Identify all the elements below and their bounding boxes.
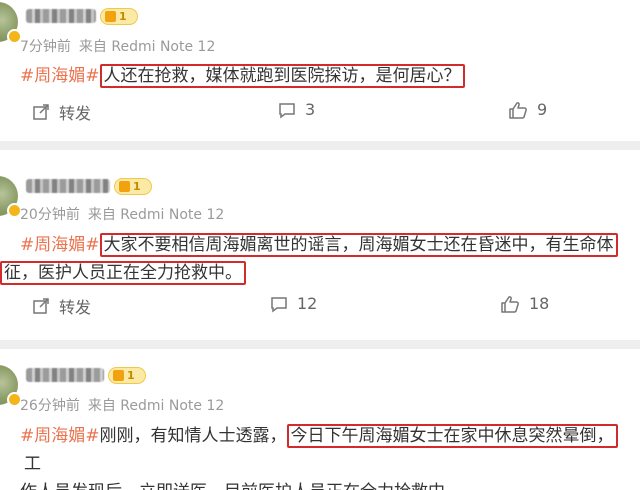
crown-icon [113,370,124,381]
weibo-post-1: 1 7分钟前 来自 Redmi Note 12 #周海媚# 人还在抢救，媒体就跑到医… [0,0,640,141]
post-time: 7分钟前 [20,39,71,55]
fan-level-badge[interactable]: 1 [114,178,152,195]
post-source: 来自 Redmi Note 12 [87,207,225,223]
post-time: 20分钟前 [20,207,80,223]
post-meta: 7分钟前 来自 Redmi Note 12 [20,36,215,56]
text-after-highlight: 工 [24,454,41,474]
highlighted-text: 今日下午周海媚女士在家中休息突然晕倒， [286,424,618,448]
post-text: #周海媚#刚刚，有知情人士透露，今日下午周海媚女士在家中休息突然晕倒， 工 作人员… [20,422,638,490]
repost-button[interactable]: 转发 [32,100,91,124]
like-button[interactable]: 9 [508,100,547,119]
post-text: #周海媚# 大家不要相信周海媚离世的谣言，周海媚女士还在昏迷中，有生命体 征，医护… [0,231,638,287]
post-source: 来自 Redmi Note 12 [78,39,216,55]
repost-icon [32,103,50,121]
post-time: 26分钟前 [20,398,80,414]
highlighted-text-line-1: 大家不要相信周海媚离世的谣言，周海媚女士还在昏迷中，有生命体 [99,233,618,257]
text-before-highlight: 刚刚，有知情人士透露， [99,426,287,446]
crown-icon [119,181,130,192]
weibo-post-2: 1 20分钟前 来自 Redmi Note 12 #周海媚# 大家不要相信周海媚离世… [0,150,640,340]
comment-button[interactable]: 3 [278,100,315,119]
post-source: 来自 Redmi Note 12 [87,398,225,414]
avatar[interactable] [0,2,22,44]
post-actions: 转发 12 18 [0,294,640,322]
like-icon [500,295,520,313]
post-meta: 20分钟前 来自 Redmi Note 12 [20,204,224,224]
like-button[interactable]: 18 [500,294,549,313]
hashtag-link[interactable]: #周海媚# [20,235,100,255]
like-icon [508,101,528,119]
text-line-2: 作人员发现后，立即送医，目前医护人员正在全力抢救中。 [20,482,462,490]
avatar[interactable] [0,176,22,218]
post-text: #周海媚# 人还在抢救，媒体就跑到医院探访，是何居心？ [20,63,638,90]
avatar[interactable] [0,365,22,407]
comment-icon [270,295,288,313]
highlighted-text-line-2: 征，医护人员正在全力抢救中。 [0,261,246,285]
fan-level-badge[interactable]: 1 [100,8,138,25]
username-blurred[interactable] [26,9,96,23]
weibo-post-3: 1 26分钟前 来自 Redmi Note 12 #周海媚#刚刚，有知情人士透露，… [0,349,640,490]
post-actions: 转发 3 9 [0,100,640,128]
fan-level-badge[interactable]: 1 [108,367,146,384]
post-separator [0,340,640,349]
repost-icon [32,297,50,315]
hashtag-link[interactable]: #周海媚# [20,66,100,86]
repost-button[interactable]: 转发 [32,294,91,318]
post-separator [0,141,640,150]
comment-icon [278,101,296,119]
crown-icon [105,11,116,22]
username-blurred[interactable] [26,368,104,382]
hashtag-link[interactable]: #周海媚# [20,426,100,446]
highlighted-text: 人还在抢救，媒体就跑到医院探访，是何居心？ [99,64,465,88]
username-blurred[interactable] [26,179,110,193]
comment-button[interactable]: 12 [270,294,317,313]
post-meta: 26分钟前 来自 Redmi Note 12 [20,395,224,415]
